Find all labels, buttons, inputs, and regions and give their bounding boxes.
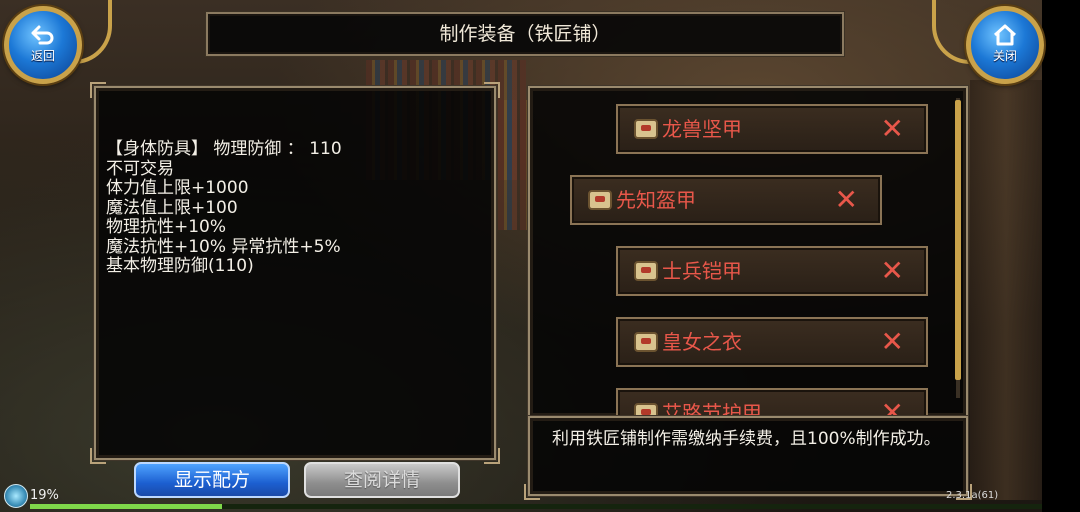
recipe-scroll-icon	[634, 261, 658, 281]
recipe-scroll-icon	[634, 119, 658, 139]
equipment-list-panel[interactable]: 龙兽坚甲 ✕ 先知盔甲 ✕ 士兵铠甲 ✕ 皇女之衣 ✕ 艾路节护甲 ✕	[528, 86, 968, 418]
frame-corner	[90, 448, 106, 464]
exp-percent: 19%	[30, 488, 59, 503]
close-button-label: 关闭	[992, 49, 1017, 63]
equipment-item[interactable]: 士兵铠甲 ✕	[616, 246, 928, 296]
view-detail-button[interactable]: 查阅详情	[304, 462, 460, 498]
unavailable-x-icon: ✕	[880, 325, 904, 358]
equipment-item[interactable]: 先知盔甲 ✕	[570, 175, 882, 225]
frame-corner	[484, 82, 500, 98]
unavailable-x-icon: ✕	[880, 254, 904, 287]
back-button[interactable]: 返回	[4, 6, 82, 84]
version-label: 2.3.1a(61)	[946, 490, 999, 501]
back-button-label: 返回	[30, 49, 55, 63]
unavailable-x-icon: ✕	[880, 112, 904, 145]
frame-corner	[530, 88, 540, 98]
recipe-scroll-icon	[588, 190, 612, 210]
frame-corner	[956, 88, 966, 98]
frame-corner	[484, 448, 500, 464]
equipment-item-name: 皇女之衣	[662, 330, 742, 354]
exp-orb-icon	[4, 484, 28, 508]
home-icon	[971, 23, 1039, 49]
background-bookshelf	[498, 100, 532, 230]
list-scrollbar-thumb[interactable]	[955, 100, 961, 380]
exp-bar-fill	[30, 504, 223, 509]
equipment-item[interactable]: 皇女之衣 ✕	[616, 317, 928, 367]
equipment-item-name: 先知盔甲	[616, 188, 696, 212]
exp-bar	[30, 504, 1042, 509]
equipment-item-name: 士兵铠甲	[662, 259, 742, 283]
page-title: 制作装备（铁匠铺）	[206, 12, 844, 56]
frame-corner	[90, 82, 106, 98]
close-button[interactable]: 关闭	[966, 6, 1044, 84]
item-info-panel: 【身体防具】 物理防御 ： 110 不可交易 体力值上限+1000 魔法值上限+…	[90, 82, 500, 464]
unavailable-x-icon: ✕	[880, 396, 904, 418]
item-stat-line: 魔法抗性+10% 异常抗性+5%	[106, 236, 341, 257]
item-stat-line: 【身体防具】 物理防御 ： 110	[106, 139, 342, 159]
fee-tip-text: 利用铁匠铺制作需缴纳手续费，且100%制作成功。	[552, 429, 941, 449]
equipment-item-name: 龙兽坚甲	[662, 117, 742, 141]
item-stat-line: 体力值上限+1000	[106, 178, 249, 198]
frame-corner	[524, 484, 540, 500]
screen-edge	[1042, 0, 1080, 512]
item-stat-line: 基本物理防御(110)	[106, 256, 254, 276]
recipe-scroll-icon	[634, 332, 658, 352]
equipment-item[interactable]: 龙兽坚甲 ✕	[616, 104, 928, 154]
item-stats: 【身体防具】 物理防御 ： 110 不可交易 体力值上限+1000 魔法值上限+…	[106, 139, 342, 277]
show-recipe-button[interactable]: 显示配方	[134, 462, 290, 498]
item-stat-line: 物理抗性+10%	[106, 217, 227, 237]
frame-ornament	[932, 0, 970, 64]
equipment-item-name: 艾路节护甲	[662, 401, 762, 418]
background-pillar	[970, 80, 1042, 500]
item-stat-line: 不可交易	[106, 158, 174, 179]
fee-tip-panel: 利用铁匠铺制作需缴纳手续费，且100%制作成功。	[524, 416, 972, 500]
item-stat-line: 魔法值上限+100	[106, 197, 238, 218]
back-arrow-icon	[9, 23, 77, 49]
unavailable-x-icon: ✕	[834, 183, 858, 216]
equipment-item[interactable]: 艾路节护甲 ✕	[616, 388, 928, 418]
